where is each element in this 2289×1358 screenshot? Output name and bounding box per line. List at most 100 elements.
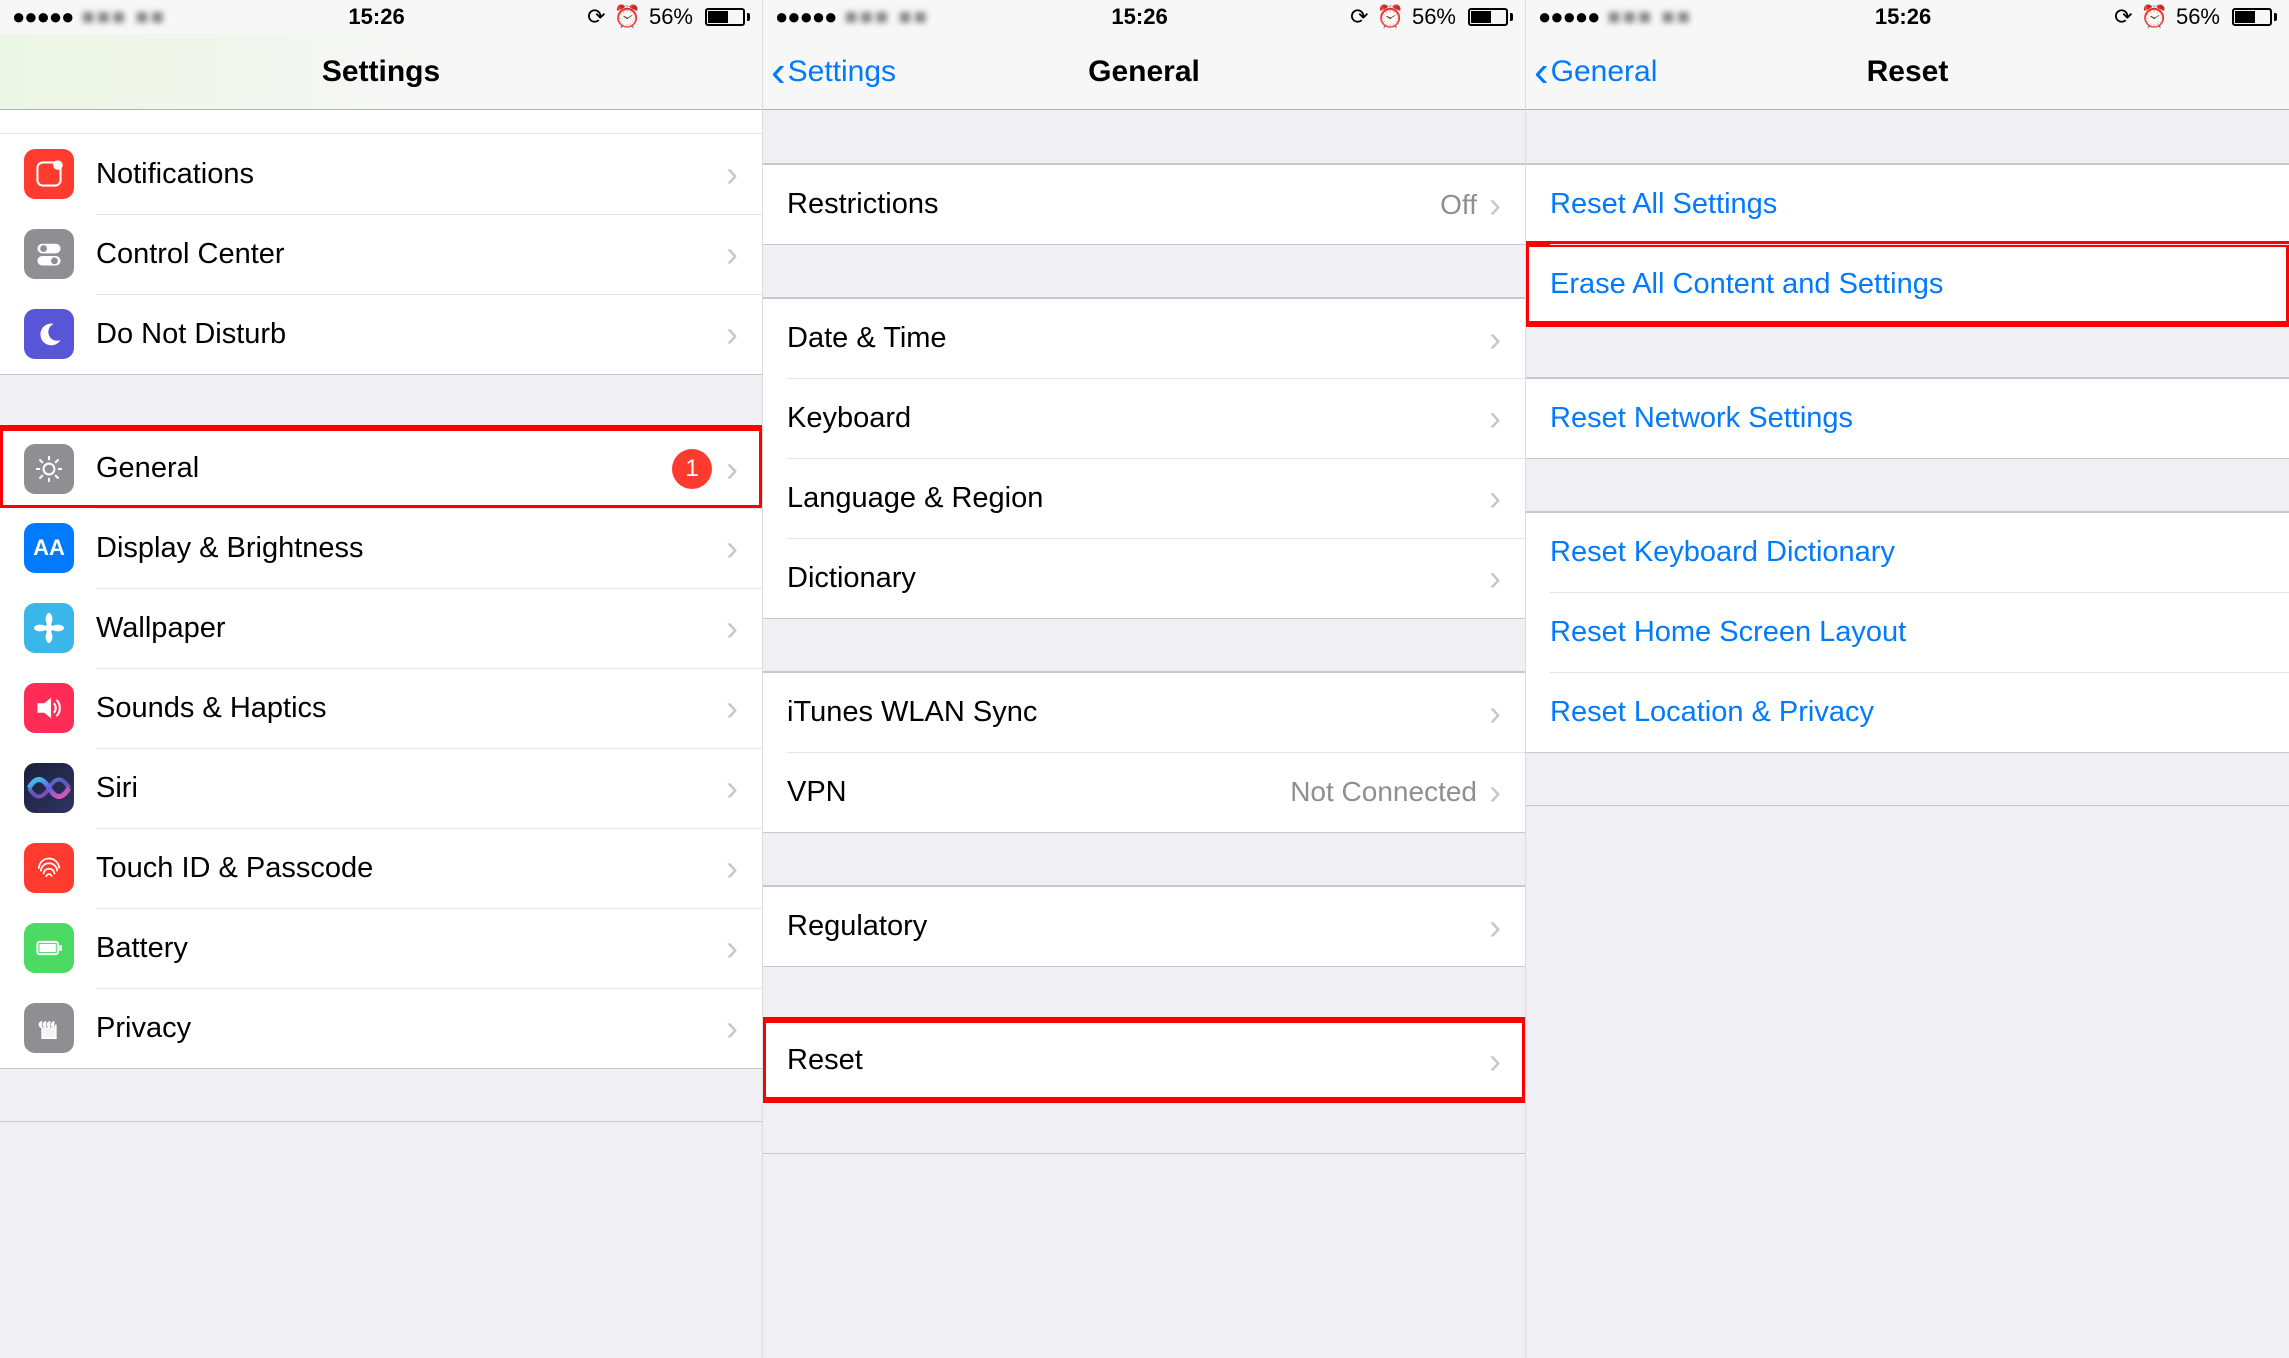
chevron-left-icon: ‹ [1534, 50, 1549, 94]
chevron-right-icon: › [726, 607, 738, 649]
notifications-icon [24, 149, 74, 199]
cell-display-brightness[interactable]: AADisplay & Brightness› [0, 508, 762, 588]
cell-control-center[interactable]: Control Center› [0, 214, 762, 294]
alarm-icon: ⏰ [614, 4, 641, 30]
back-label: Settings [788, 55, 896, 89]
group-partial [0, 110, 762, 134]
cell-label: General [96, 452, 672, 485]
cell-language-region[interactable]: Language & Region› [763, 458, 1525, 538]
cell-reset-home-screen-layout[interactable]: Reset Home Screen Layout [1526, 592, 2289, 672]
battery-percent: 56% [1412, 4, 1456, 30]
rotation-lock-icon: ⟳ [2114, 4, 2132, 30]
phone-screen2: ●●●●●■■■ ■■15:26⟳⏰56%‹SettingsGeneralRes… [763, 0, 1526, 1358]
chevron-right-icon: › [726, 233, 738, 275]
cell-privacy[interactable]: Privacy› [0, 988, 762, 1068]
cell-label: Language & Region [787, 482, 1489, 515]
page-title: Settings [0, 55, 762, 89]
cell-dictionary[interactable]: Dictionary› [763, 538, 1525, 618]
cell-touch-id-passcode[interactable]: Touch ID & Passcode› [0, 828, 762, 908]
control-center-icon [24, 229, 74, 279]
group-spacer [1526, 110, 2289, 164]
cell-label: Keyboard [787, 402, 1489, 435]
cell-label: Reset Location & Privacy [1550, 696, 2265, 729]
clock: 15:26 [1111, 4, 1167, 30]
cell-reset-all-settings[interactable]: Reset All Settings [1526, 164, 2289, 244]
status-bar: ●●●●●■■■ ■■15:26⟳⏰56% [0, 0, 762, 34]
cell-label: Battery [96, 932, 726, 965]
cell-regulatory[interactable]: Regulatory› [763, 886, 1525, 966]
back-label: General [1551, 55, 1658, 89]
cell-keyboard[interactable]: Keyboard› [763, 378, 1525, 458]
alarm-icon: ⏰ [2141, 4, 2168, 30]
chevron-right-icon: › [1489, 771, 1501, 813]
signal-strength-icon: ●●●●● [12, 4, 73, 30]
siri-icon [24, 763, 74, 813]
nav-bar: ‹SettingsGeneral [763, 34, 1525, 110]
chevron-right-icon: › [1489, 557, 1501, 599]
cell-sounds-haptics[interactable]: Sounds & Haptics› [0, 668, 762, 748]
cell-label: Privacy [96, 1012, 726, 1045]
cell-battery[interactable]: Battery› [0, 908, 762, 988]
cell-general[interactable]: General1› [0, 428, 762, 508]
cell-label: Reset Network Settings [1550, 402, 2265, 435]
battery-icon [24, 923, 74, 973]
cell-do-not-disturb[interactable]: Do Not Disturb› [0, 294, 762, 374]
battery-icon [2228, 8, 2277, 26]
cell-label: Regulatory [787, 910, 1489, 943]
cell-label: Display & Brightness [96, 532, 726, 565]
cell-reset[interactable]: Reset› [763, 1020, 1525, 1100]
cell-reset-keyboard-dictionary[interactable]: Reset Keyboard Dictionary [1526, 512, 2289, 592]
cell-restrictions[interactable]: RestrictionsOff › [763, 164, 1525, 244]
phone-screen1: ●●●●●■■■ ■■15:26⟳⏰56%SettingsNotificatio… [0, 0, 763, 1358]
hand-icon [24, 1003, 74, 1053]
cell-value: Not Connected [1290, 776, 1477, 808]
group-spacer [1526, 324, 2289, 378]
carrier-label: ■■■ ■■ [1607, 4, 1692, 30]
battery-icon [1464, 8, 1513, 26]
cell-label: Reset [787, 1044, 1489, 1077]
cell-label: Reset All Settings [1550, 188, 2265, 221]
cell-notifications[interactable]: Notifications› [0, 134, 762, 214]
filler [763, 1154, 1525, 1358]
back-button[interactable]: ‹General [1526, 50, 1657, 94]
nav-bar: ‹GeneralReset [1526, 34, 2289, 110]
cell-vpn[interactable]: VPNNot Connected › [763, 752, 1525, 832]
phone-screen3: ●●●●●■■■ ■■15:26⟳⏰56%‹GeneralResetReset … [1526, 0, 2289, 1358]
chevron-right-icon: › [1489, 184, 1501, 226]
chevron-right-icon: › [726, 927, 738, 969]
group-spacer [763, 832, 1525, 886]
group-spacer [763, 244, 1525, 298]
cell-erase-all-content-and-settings[interactable]: Erase All Content and Settings [1526, 244, 2289, 324]
group-spacer [763, 966, 1525, 1020]
cell-label: Restrictions [787, 188, 1440, 221]
cell-label: Do Not Disturb [96, 318, 726, 351]
cell-label: iTunes WLAN Sync [787, 696, 1489, 729]
rotation-lock-icon: ⟳ [1350, 4, 1368, 30]
badge: 1 [672, 449, 712, 489]
signal-strength-icon: ●●●●● [1538, 4, 1599, 30]
group-spacer [0, 374, 762, 428]
cell-label: Erase All Content and Settings [1550, 268, 2265, 301]
cell-value: Off [1440, 189, 1477, 221]
cell-itunes-wlan-sync[interactable]: iTunes WLAN Sync› [763, 672, 1525, 752]
carrier-label: ■■■ ■■ [81, 4, 166, 30]
cell-reset-network-settings[interactable]: Reset Network Settings [1526, 378, 2289, 458]
clock: 15:26 [348, 4, 404, 30]
cell-siri[interactable]: Siri› [0, 748, 762, 828]
moon-icon [24, 309, 74, 359]
cell-label: Notifications [96, 158, 726, 191]
cell-date-time[interactable]: Date & Time› [763, 298, 1525, 378]
cell-label: Dictionary [787, 562, 1489, 595]
group-spacer [0, 1068, 762, 1122]
nav-bar: Settings [0, 34, 762, 110]
cell-reset-location-privacy[interactable]: Reset Location & Privacy [1526, 672, 2289, 752]
cell-label: VPN [787, 776, 1290, 809]
group-spacer [1526, 752, 2289, 806]
chevron-right-icon: › [1489, 692, 1501, 734]
group-spacer [763, 110, 1525, 164]
back-button[interactable]: ‹Settings [763, 50, 896, 94]
cell-label: Date & Time [787, 322, 1489, 355]
battery-percent: 56% [649, 4, 693, 30]
cell-wallpaper[interactable]: Wallpaper› [0, 588, 762, 668]
group-spacer [763, 618, 1525, 672]
